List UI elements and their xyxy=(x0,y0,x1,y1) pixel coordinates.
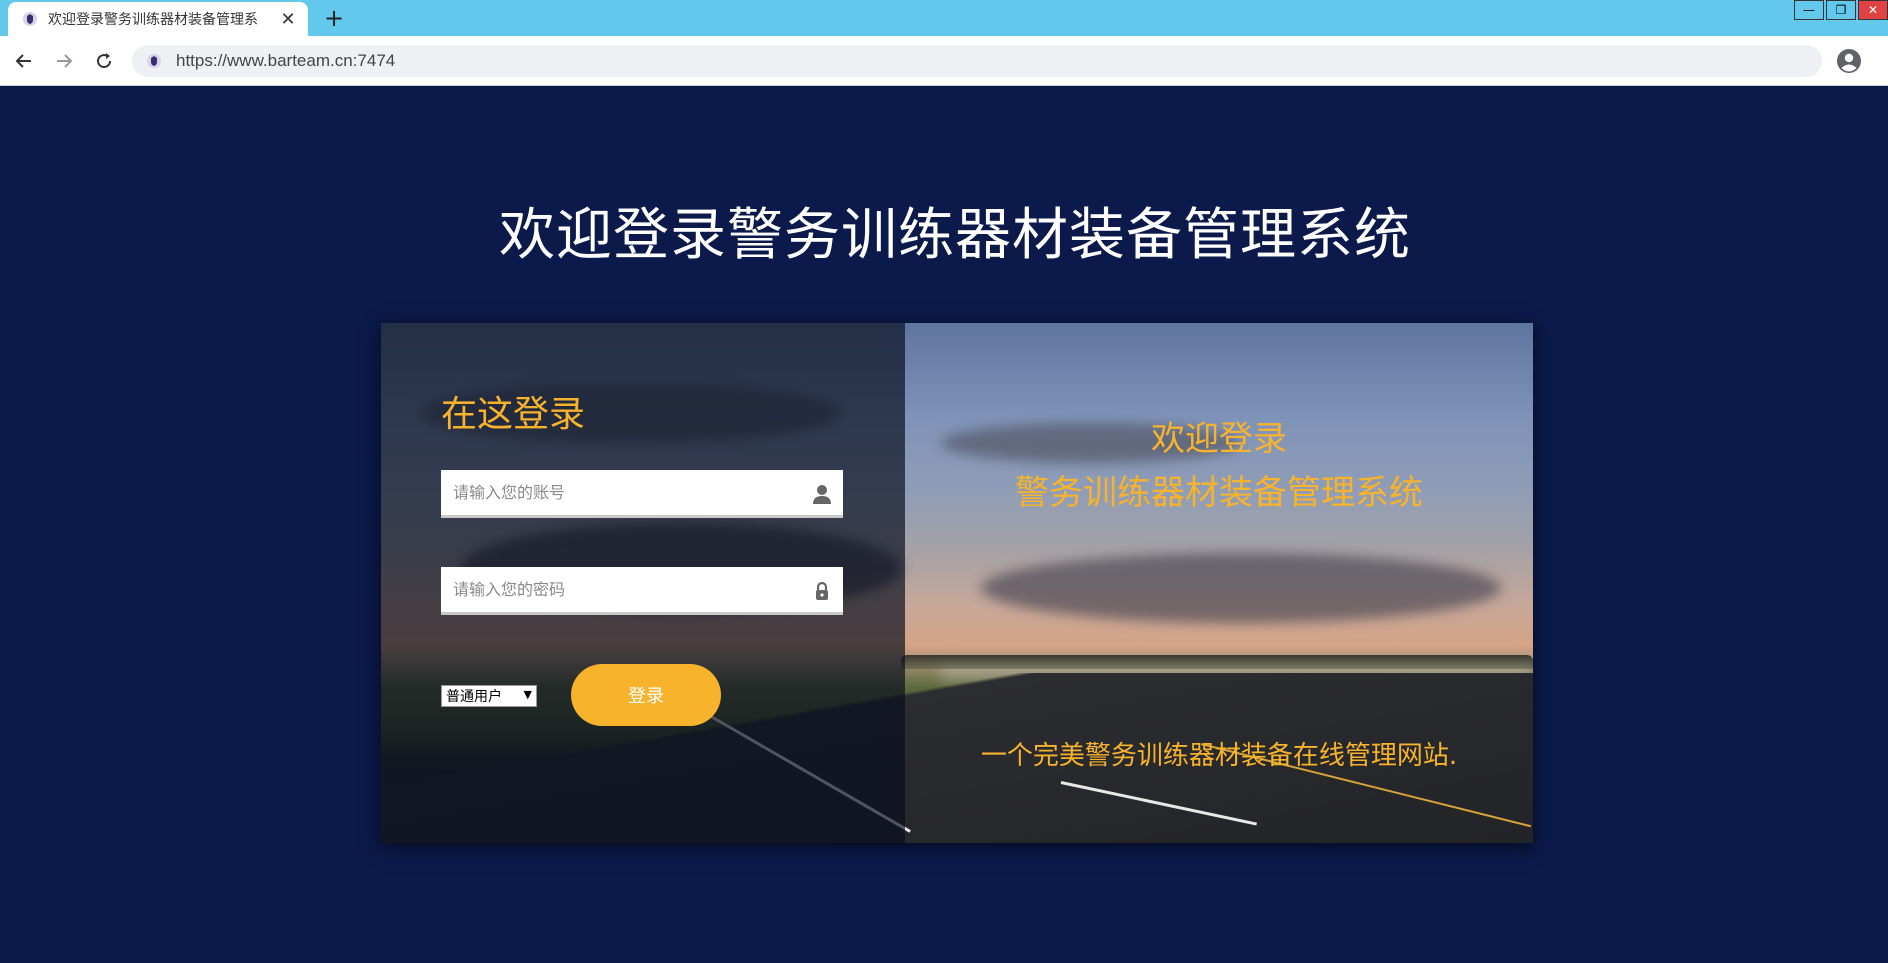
account-input[interactable] xyxy=(441,470,843,515)
login-form-area: 在这登录 普通用户 ▼ 登录 xyxy=(381,323,905,843)
site-favicon-icon xyxy=(23,12,37,26)
browser-tab[interactable]: 欢迎登录警务训练器材装备管理系 ✕ xyxy=(8,2,308,36)
window-controls: — ❐ ✕ xyxy=(1792,0,1888,20)
account-field xyxy=(441,470,843,518)
browser-tab-bar: 欢迎登录警务训练器材装备管理系 ✕ + — ❐ ✕ xyxy=(0,0,1888,36)
close-window-button[interactable]: ✕ xyxy=(1858,0,1888,20)
page-title: 欢迎登录警务训练器材装备管理系统 xyxy=(499,203,1411,268)
minimize-button[interactable]: — xyxy=(1794,0,1824,20)
user-icon xyxy=(813,485,831,504)
login-heading: 在这登录 xyxy=(441,394,586,435)
forward-button[interactable] xyxy=(49,46,79,76)
browser-toolbar: https://www.barteam.cn:7474 xyxy=(0,36,1888,86)
login-button[interactable]: 登录 xyxy=(571,664,721,726)
tab-close-icon[interactable]: ✕ xyxy=(278,9,298,30)
password-field xyxy=(441,567,843,615)
page-body: 欢迎登录警务训练器材装备管理系统 在这登录 请输入您的账号 普通用户 ▼ 登录 … xyxy=(0,86,1888,963)
user-role-selected: 普通用户 xyxy=(446,689,502,705)
treeline xyxy=(901,655,1533,669)
user-role-select[interactable]: 普通用户 ▼ xyxy=(441,685,537,707)
lock-icon xyxy=(816,581,828,600)
back-arrow-icon xyxy=(15,54,31,68)
welcome-line-2: 警务训练器材装备管理系统 xyxy=(1015,473,1423,513)
restore-button[interactable]: ❐ xyxy=(1826,0,1856,20)
welcome-line-1: 欢迎登录 xyxy=(1151,419,1287,459)
address-url[interactable]: https://www.barteam.cn:7474 xyxy=(176,51,395,71)
reload-icon xyxy=(97,53,112,69)
login-panel: 在这登录 普通用户 ▼ 登录 xyxy=(381,323,1533,843)
cloud xyxy=(981,553,1501,623)
site-info-icon[interactable] xyxy=(146,53,162,69)
reload-button[interactable] xyxy=(89,46,119,76)
profile-icon[interactable] xyxy=(1836,48,1862,74)
chevron-down-icon: ▼ xyxy=(523,688,532,701)
address-bar[interactable]: https://www.barteam.cn:7474 xyxy=(132,45,1822,77)
password-input[interactable] xyxy=(441,567,843,612)
tab-title: 欢迎登录警务训练器材装备管理系 xyxy=(48,12,258,28)
welcome-tagline: 一个完美警务训练器材装备在线管理网站. xyxy=(980,741,1458,771)
new-tab-button[interactable]: + xyxy=(320,4,348,32)
forward-arrow-icon xyxy=(57,54,73,68)
back-button[interactable] xyxy=(9,46,39,76)
